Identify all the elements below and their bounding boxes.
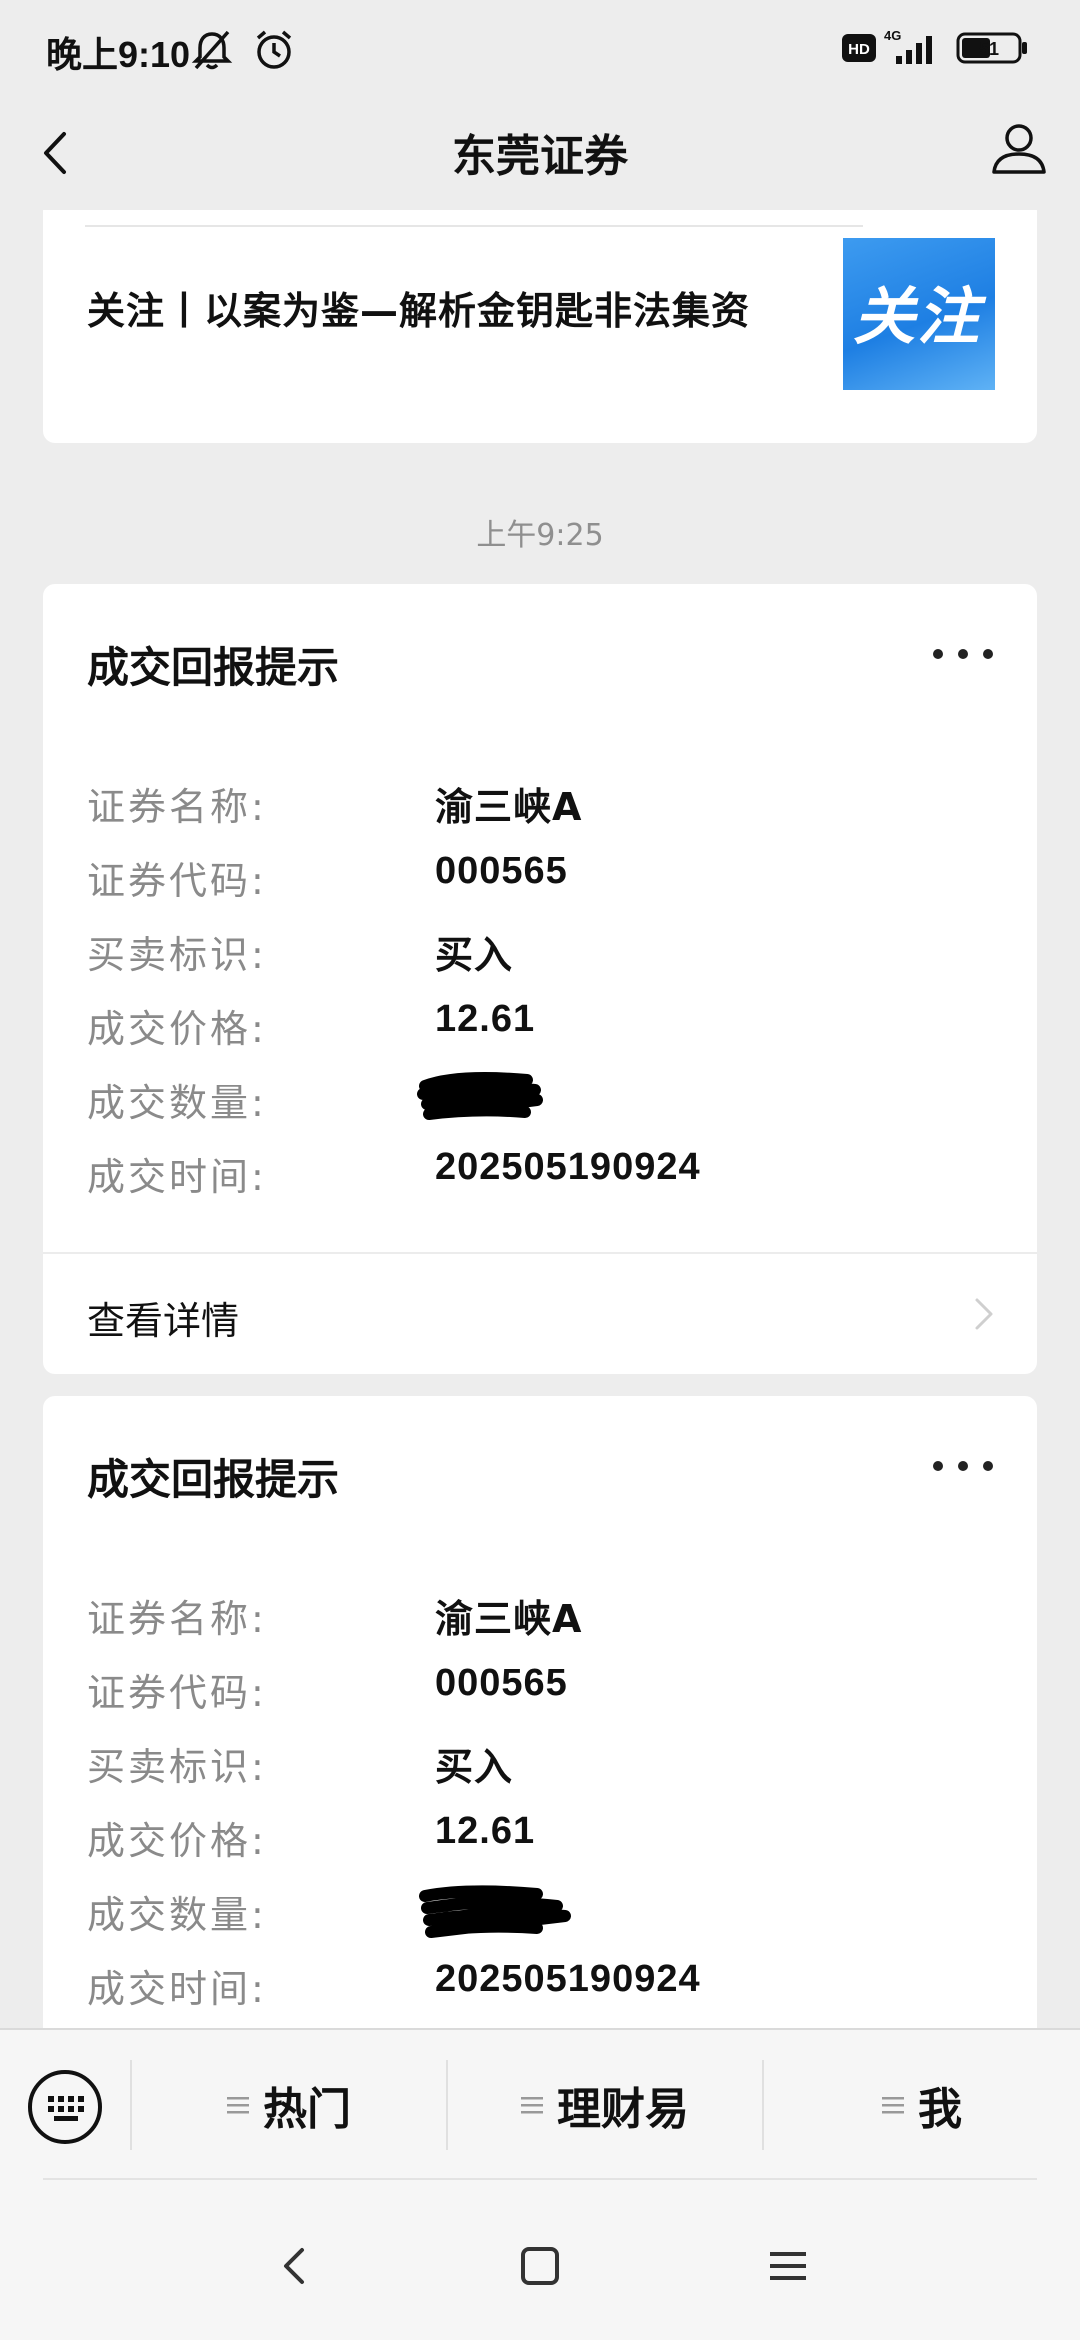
nav-menu-button[interactable] <box>758 2236 818 2296</box>
field-label: 成交数量: <box>87 1081 267 1125</box>
field-value: 202505190924 <box>435 1146 701 1188</box>
field-trade-side: 买卖标识: 买入 <box>87 924 987 980</box>
battery-icon: 51 <box>956 32 1028 68</box>
field-trade-price: 成交价格: 12.61 <box>87 998 987 1054</box>
trade-card-title: 成交回报提示 <box>87 643 340 692</box>
more-options-button[interactable] <box>933 1446 993 1486</box>
menu-item-label: 理财易 <box>557 2084 689 2135</box>
field-value: 12.61 <box>435 1810 536 1852</box>
more-dot-icon <box>983 1461 993 1471</box>
system-navigation-bar <box>0 2178 1080 2340</box>
field-label: 成交数量: <box>87 1893 267 1937</box>
keyboard-toggle-button[interactable] <box>28 2070 102 2144</box>
page-title: 东莞证券 <box>452 131 628 182</box>
field-label: 成交价格: <box>87 1819 267 1863</box>
field-label: 证券代码: <box>87 1671 267 1715</box>
field-value: 渝三峡A <box>435 1597 583 1641</box>
hamburger-icon <box>882 2097 904 2114</box>
svg-text:4G: 4G <box>884 28 901 43</box>
menu-item-me[interactable]: 我 <box>764 2030 1080 2180</box>
svg-text:HD: HD <box>848 41 870 58</box>
menu-item-hot[interactable]: 热门 <box>132 2030 446 2180</box>
view-details-link[interactable]: 查看详情 <box>87 1290 239 1345</box>
trade-report-card[interactable]: 成交回报提示 证券名称: 渝三峡A 证券代码: 000565 买卖标识: 买入 … <box>43 584 1037 1374</box>
field-value: 渝三峡A <box>435 785 583 829</box>
message-timestamp: 上午9:25 <box>476 518 604 553</box>
field-label: 买卖标识: <box>87 1745 267 1789</box>
field-trade-price: 成交价格: 12.61 <box>87 1810 987 1866</box>
nav-home-button[interactable] <box>510 2236 570 2296</box>
more-dot-icon <box>933 1461 943 1471</box>
field-value: 000565 <box>435 850 568 892</box>
profile-icon <box>992 124 1046 174</box>
profile-button[interactable] <box>984 114 1054 184</box>
menu-item-label: 热门 <box>263 2084 351 2135</box>
field-label: 成交时间: <box>87 1155 267 1199</box>
field-value: 买入 <box>435 1745 514 1789</box>
trade-report-card[interactable]: 成交回报提示 证券名称: 渝三峡A 证券代码: 000565 买卖标识: 买入 … <box>43 1396 1037 2028</box>
alarm-icon <box>252 28 296 76</box>
menu-item-label: 我 <box>918 2084 962 2135</box>
more-dot-icon <box>983 649 993 659</box>
nav-back-icon <box>284 2248 304 2284</box>
svg-text:51: 51 <box>979 39 999 59</box>
field-label: 成交价格: <box>87 1007 267 1051</box>
article-thumbnail[interactable]: 关注 <box>843 238 995 390</box>
more-options-button[interactable] <box>933 634 993 674</box>
keyboard-icon <box>48 2096 84 2121</box>
status-bar: 晚上9:10 HD 4G 51 <box>0 0 1080 100</box>
hamburger-icon <box>227 2097 249 2114</box>
field-value: 12.61 <box>435 998 536 1040</box>
field-security-code: 证券代码: 000565 <box>87 850 987 906</box>
status-time: 晚上9:10 <box>46 34 191 75</box>
field-label: 成交时间: <box>87 1967 267 2011</box>
article-card[interactable]: 关注丨以案为鉴—解析金钥匙非法集资 关注 <box>43 210 1037 443</box>
divider <box>85 225 863 227</box>
field-value: 000565 <box>435 1662 568 1704</box>
more-dot-icon <box>933 649 943 659</box>
view-details-row[interactable]: 查看详情 <box>43 1254 1037 1374</box>
trade-card-title: 成交回报提示 <box>87 1455 340 1504</box>
field-trade-time: 成交时间: 202505190924 <box>87 1146 987 1202</box>
field-trade-side: 买卖标识: 买入 <box>87 1736 987 1792</box>
field-value: 202505190924 <box>435 1958 701 2000</box>
field-value: 买入 <box>435 933 514 977</box>
field-label: 证券名称: <box>87 1597 267 1641</box>
message-list[interactable]: 关注丨以案为鉴—解析金钥匙非法集资 关注 上午9:25 成交回报提示 证券名称:… <box>0 210 1080 2028</box>
article-title[interactable]: 关注丨以案为鉴—解析金钥匙非法集资 <box>87 280 867 335</box>
official-account-menu-bar: 热门 理财易 我 <box>0 2028 1080 2178</box>
signal-icon: 4G <box>882 28 942 72</box>
field-security-code: 证券代码: 000565 <box>87 1662 987 1718</box>
field-trade-quantity: 成交数量: <box>87 1884 987 1940</box>
nav-back-button[interactable] <box>266 2236 326 2296</box>
more-dot-icon <box>958 649 968 659</box>
nav-home-icon <box>521 2247 559 2285</box>
field-trade-quantity: 成交数量: <box>87 1072 987 1128</box>
field-label: 买卖标识: <box>87 933 267 977</box>
title-bar: 东莞证券 <box>0 100 1080 210</box>
article-thumbnail-text: 关注 <box>853 280 982 353</box>
redaction-scribble <box>417 1068 547 1137</box>
menu-item-wealth[interactable]: 理财易 <box>448 2030 762 2180</box>
nav-menu-icon <box>770 2252 806 2280</box>
more-dot-icon <box>958 1461 968 1471</box>
field-security-name: 证券名称: 渝三峡A <box>87 776 987 832</box>
hd-badge: HD <box>842 34 876 66</box>
divider <box>43 2178 1037 2180</box>
mute-icon <box>190 28 234 76</box>
field-label: 证券名称: <box>87 785 267 829</box>
field-label: 证券代码: <box>87 859 267 903</box>
hamburger-icon <box>521 2097 543 2114</box>
redaction-scribble <box>417 1880 577 1953</box>
field-trade-time: 成交时间: 202505190924 <box>87 1958 987 2014</box>
chevron-right-icon <box>965 1294 1001 1334</box>
field-security-name: 证券名称: 渝三峡A <box>87 1588 987 1644</box>
